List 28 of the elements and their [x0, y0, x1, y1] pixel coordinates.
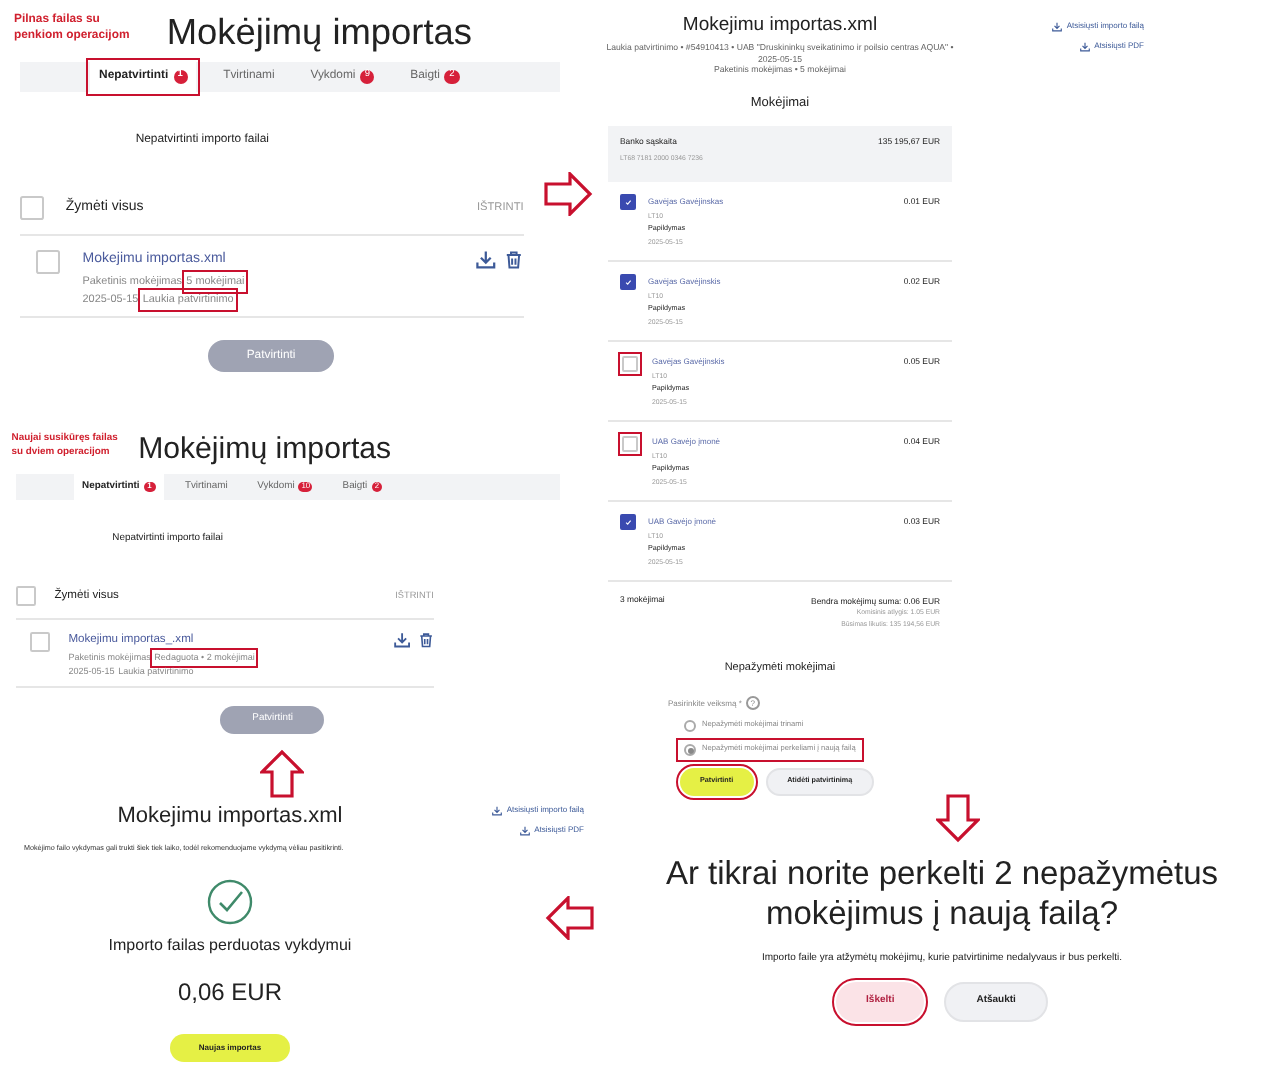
download-icon[interactable]	[1080, 41, 1091, 51]
check-icon	[623, 518, 633, 527]
checkbox[interactable]	[620, 194, 636, 211]
page-title: Mokejimu importas.xml	[115, 804, 345, 832]
trash-icon[interactable]	[504, 250, 524, 270]
dialog-heading: Ar tikrai norite perkelti 2 nepažymėtus mokėjimus į naują failą?	[663, 856, 1221, 936]
radio-button[interactable]	[684, 720, 696, 733]
arrow-icon	[542, 172, 594, 216]
arrow-icon	[260, 748, 304, 800]
download-icon[interactable]	[394, 631, 411, 649]
download-icon[interactable]	[520, 825, 531, 835]
amount-text: 0,06 EUR	[177, 976, 282, 1011]
download-icon[interactable]	[1052, 21, 1063, 31]
check-icon	[623, 278, 633, 287]
check-icon	[623, 198, 633, 207]
arrow-icon	[544, 896, 596, 940]
success-message: Importo failas perduotas vykdymui	[108, 934, 352, 959]
checkbox[interactable]	[620, 274, 636, 291]
download-icon[interactable]	[476, 250, 496, 270]
download-icon[interactable]	[492, 805, 503, 815]
checkbox[interactable]	[620, 514, 636, 531]
page-title: Mokejimu importas.xml	[680, 14, 880, 37]
arrow-icon	[936, 792, 980, 844]
trash-icon[interactable]	[417, 631, 434, 649]
radio-button[interactable]	[684, 744, 696, 757]
page-title: Mokėjimų importas	[166, 12, 472, 53]
page-title: Mokėjimų importas	[138, 434, 392, 468]
success-check-icon	[205, 878, 254, 927]
